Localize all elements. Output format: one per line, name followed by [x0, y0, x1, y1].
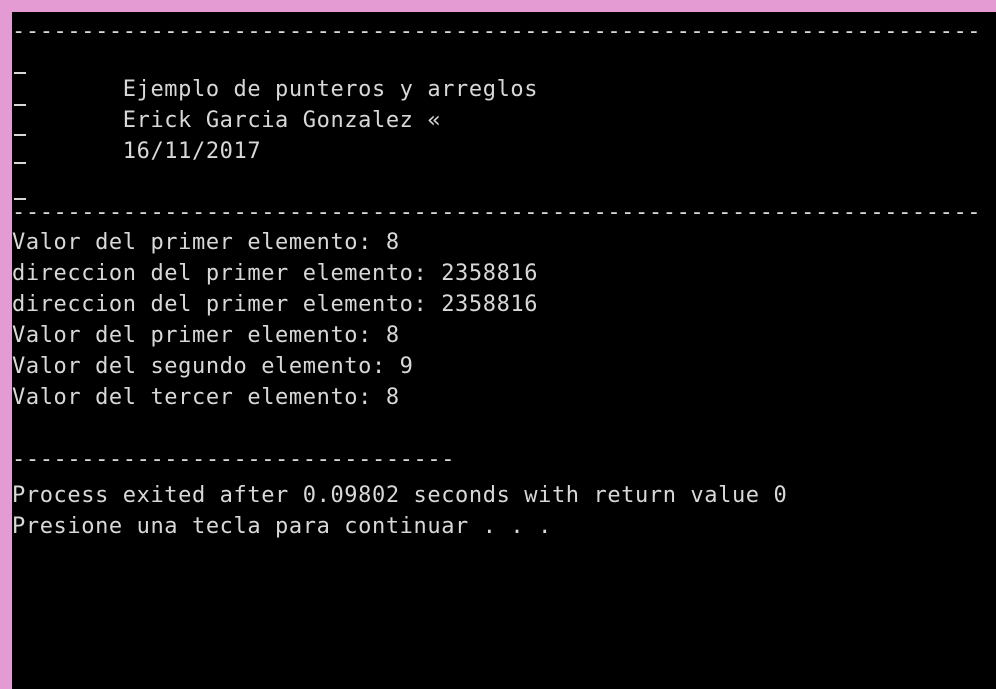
separator-bottom: ----------------------------------------…: [12, 200, 982, 225]
console-output[interactable]: ----------------------------------------…: [12, 12, 996, 689]
window-border: ----------------------------------------…: [0, 0, 996, 689]
output-line: Valor del primer elemento: 8: [12, 323, 400, 348]
separator-top: ----------------------------------------…: [12, 19, 982, 44]
output-line: direccion del primer elemento: 2358816: [12, 292, 539, 317]
continue-prompt: Presione una tecla para continuar . . .: [12, 514, 552, 539]
output-line: Valor del segundo elemento: 9: [12, 354, 414, 379]
output-line: direccion del primer elemento: 2358816: [12, 261, 539, 286]
header-author: Erick Garcia Gonzalez «: [12, 108, 442, 133]
separator-exit: --------------------------------: [12, 447, 456, 472]
header-date: 16/11/2017: [12, 139, 262, 164]
output-line: Valor del tercer elemento: 8: [12, 385, 400, 410]
exit-message: Process exited after 0.09802 seconds wit…: [12, 483, 788, 508]
header-title: Ejemplo de punteros y arreglos: [12, 77, 539, 102]
output-line: Valor del primer elemento: 8: [12, 230, 400, 255]
